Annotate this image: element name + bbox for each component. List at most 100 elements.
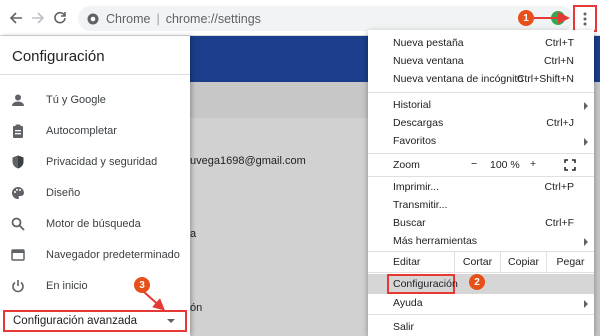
extension-icon[interactable] [551,11,565,25]
menu-item-new-tab[interactable]: Nueva pestaña Ctrl+T [368,34,594,52]
sidebar-title: Configuración [12,48,105,65]
step-marker-3: 3 [134,277,150,293]
settings-card [190,118,368,336]
sidebar-item-appearance[interactable]: Diseño [0,178,190,208]
sidebar-item-label: Privacidad y seguridad [46,156,158,168]
fullscreen-icon[interactable] [564,159,576,171]
menu-zoom-row: Zoom − 100 % + [368,154,594,176]
menu-item-history[interactable]: Historial [368,96,594,114]
settings-highlight-box: Configuración [387,274,458,294]
menu-item-shortcut: Ctrl+Shift+N [516,73,574,85]
menu-item-bookmarks[interactable]: Favoritos [368,132,594,150]
advanced-settings-label: Configuración avanzada [13,315,138,327]
submenu-arrow-icon [584,238,588,246]
forward-button[interactable] [28,8,48,28]
menu-divider [368,176,594,177]
menu-item-label: Descargas [393,117,444,129]
menu-item-shortcut: Ctrl+N [543,55,574,67]
menu-item-downloads[interactable]: Descargas Ctrl+J [368,114,594,132]
sidebar-item-you-and-google[interactable]: Tú y Google [0,85,190,115]
menu-item-shortcut: Ctrl+T [545,37,574,49]
menu-item-label: Historial [393,99,431,111]
step-marker-2: 2 [469,274,485,290]
sidebar-item-label: Navegador predeterminado [46,249,180,261]
zoom-level: 100 % [490,159,520,171]
copy-button[interactable]: Copiar [500,252,546,272]
menu-item-label: Configuración [393,278,458,290]
menu-item-label: Imprimir... [393,181,440,193]
sidebar-item-privacy[interactable]: Privacidad y seguridad [0,147,190,177]
menu-item-incognito[interactable]: Nueva ventana de incógnito Ctrl+Shift+N [368,70,594,88]
back-arrow-icon [9,12,22,24]
submenu-arrow-icon [584,138,588,146]
chrome-site-icon [86,12,100,26]
divider [0,74,190,75]
menu-item-label: Más herramientas [393,235,478,247]
step-marker-1: 1 [518,10,534,26]
kebab-menu-icon [583,12,587,25]
sidebar-item-label: En inicio [46,280,88,292]
menu-item-cast[interactable]: Transmitir... [368,196,594,214]
edit-label: Editar [393,256,421,268]
menu-item-label: Nueva pestaña [393,37,464,49]
url-text: chrome://settings [165,11,261,26]
shield-icon [10,154,26,170]
caret-down-icon [167,319,175,323]
sidebar-item-label: Diseño [46,187,81,199]
sidebar-item-label: Motor de búsqueda [46,218,141,230]
menu-divider [368,272,594,273]
sidebar-item-default-browser[interactable]: Navegador predeterminado [0,240,190,270]
address-bar[interactable]: Chrome | chrome://settings [78,6,574,31]
chrome-menu-button[interactable] [573,5,597,32]
menu-item-exit[interactable]: Salir [368,318,594,336]
submenu-arrow-icon [584,300,588,308]
menu-item-shortcut: Ctrl+F [545,217,574,229]
palette-icon [10,185,26,201]
menu-item-label: Transmitir... [393,199,448,211]
menu-item-label: Nueva ventana [393,55,464,67]
reload-button[interactable] [50,8,70,28]
menu-divider [368,92,594,93]
person-icon [10,92,26,108]
account-email: uvega1698@gmail.com [190,155,306,167]
settings-text-fragment: ón [190,302,203,314]
search-icon [10,216,26,232]
site-name: Chrome [106,11,151,26]
power-icon [10,278,26,294]
menu-item-label: Ayuda [393,297,423,309]
sidebar-item-autofill[interactable]: Autocompletar [0,116,190,146]
url-separator: | [156,11,160,26]
sidebar-item-on-startup[interactable]: En inicio [0,271,190,301]
menu-item-shortcut: Ctrl+J [546,117,574,129]
chrome-main-menu: Nueva pestaña Ctrl+T Nueva ventana Ctrl+… [368,30,594,336]
forward-arrow-icon [32,12,45,24]
paste-button[interactable]: Pegar [546,252,594,272]
menu-item-new-window[interactable]: Nueva ventana Ctrl+N [368,52,594,70]
clipboard-icon [10,123,26,139]
submenu-arrow-icon [584,102,588,110]
cut-button[interactable]: Cortar [454,252,500,272]
zoom-in-button[interactable]: + [530,158,536,170]
settings-text-fragment: a [190,228,197,240]
menu-item-print[interactable]: Imprimir... Ctrl+P [368,178,594,196]
menu-item-more-tools[interactable]: Más herramientas [368,232,594,250]
menu-item-label: Nueva ventana de incógnito [393,73,524,85]
sidebar-item-label: Autocompletar [46,125,117,137]
menu-item-find[interactable]: Buscar Ctrl+F [368,214,594,232]
menu-item-label: Buscar [393,217,426,229]
back-button[interactable] [6,8,26,28]
menu-edit-row: Editar Cortar Copiar Pegar [368,252,594,272]
menu-divider [368,314,594,315]
menu-item-help[interactable]: Ayuda [368,294,594,312]
sidebar-item-search-engine[interactable]: Motor de búsqueda [0,209,190,239]
browser-window-icon [10,247,26,263]
menu-item-label: Favoritos [393,135,437,147]
advanced-settings-toggle[interactable]: Configuración avanzada [3,310,187,332]
reload-icon [54,11,66,24]
sidebar-item-label: Tú y Google [46,94,106,106]
zoom-out-button[interactable]: − [471,158,477,170]
menu-item-shortcut: Ctrl+P [544,181,574,193]
menu-item-label: Salir [393,321,415,333]
zoom-label: Zoom [393,159,420,171]
settings-sidebar: Configuración Tú y Google Autocompletar … [0,36,190,336]
